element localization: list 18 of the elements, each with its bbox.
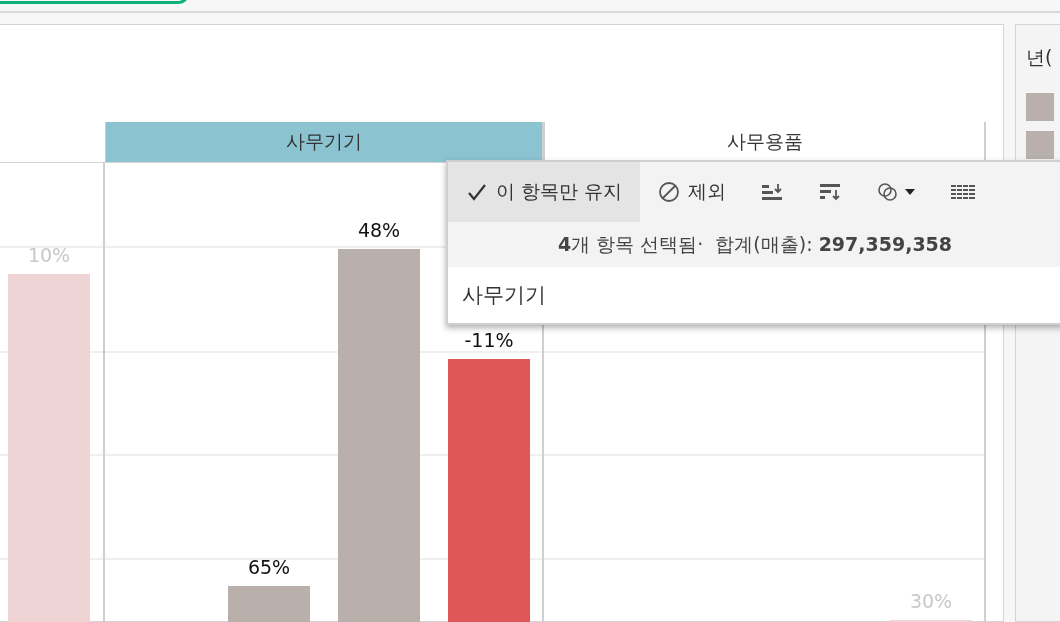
selected-item: 사무기기: [462, 282, 546, 309]
bar[interactable]: [448, 359, 530, 622]
legend-swatch[interactable]: [1026, 93, 1054, 121]
column-header[interactable]: 사무기기: [105, 122, 544, 162]
legend-title: 년(: [1026, 45, 1054, 70]
bar[interactable]: [8, 274, 90, 622]
bar[interactable]: [338, 249, 420, 622]
bar[interactable]: [228, 586, 310, 622]
bar-label: -11%: [463, 329, 515, 351]
keep-only-button[interactable]: 이 항목만 유지: [448, 162, 641, 222]
bar-label: 48%: [356, 219, 402, 241]
bar-label: 65%: [246, 556, 292, 578]
grid-icon: [950, 182, 977, 202]
check-icon: [466, 182, 488, 202]
legend-swatch[interactable]: [1026, 131, 1054, 159]
exclude-button[interactable]: 제외: [640, 162, 745, 222]
selection-summary: 4개 항목 선택됨· 합계(매출): 297,359,358: [557, 231, 953, 257]
prohibited-icon: [658, 181, 681, 203]
